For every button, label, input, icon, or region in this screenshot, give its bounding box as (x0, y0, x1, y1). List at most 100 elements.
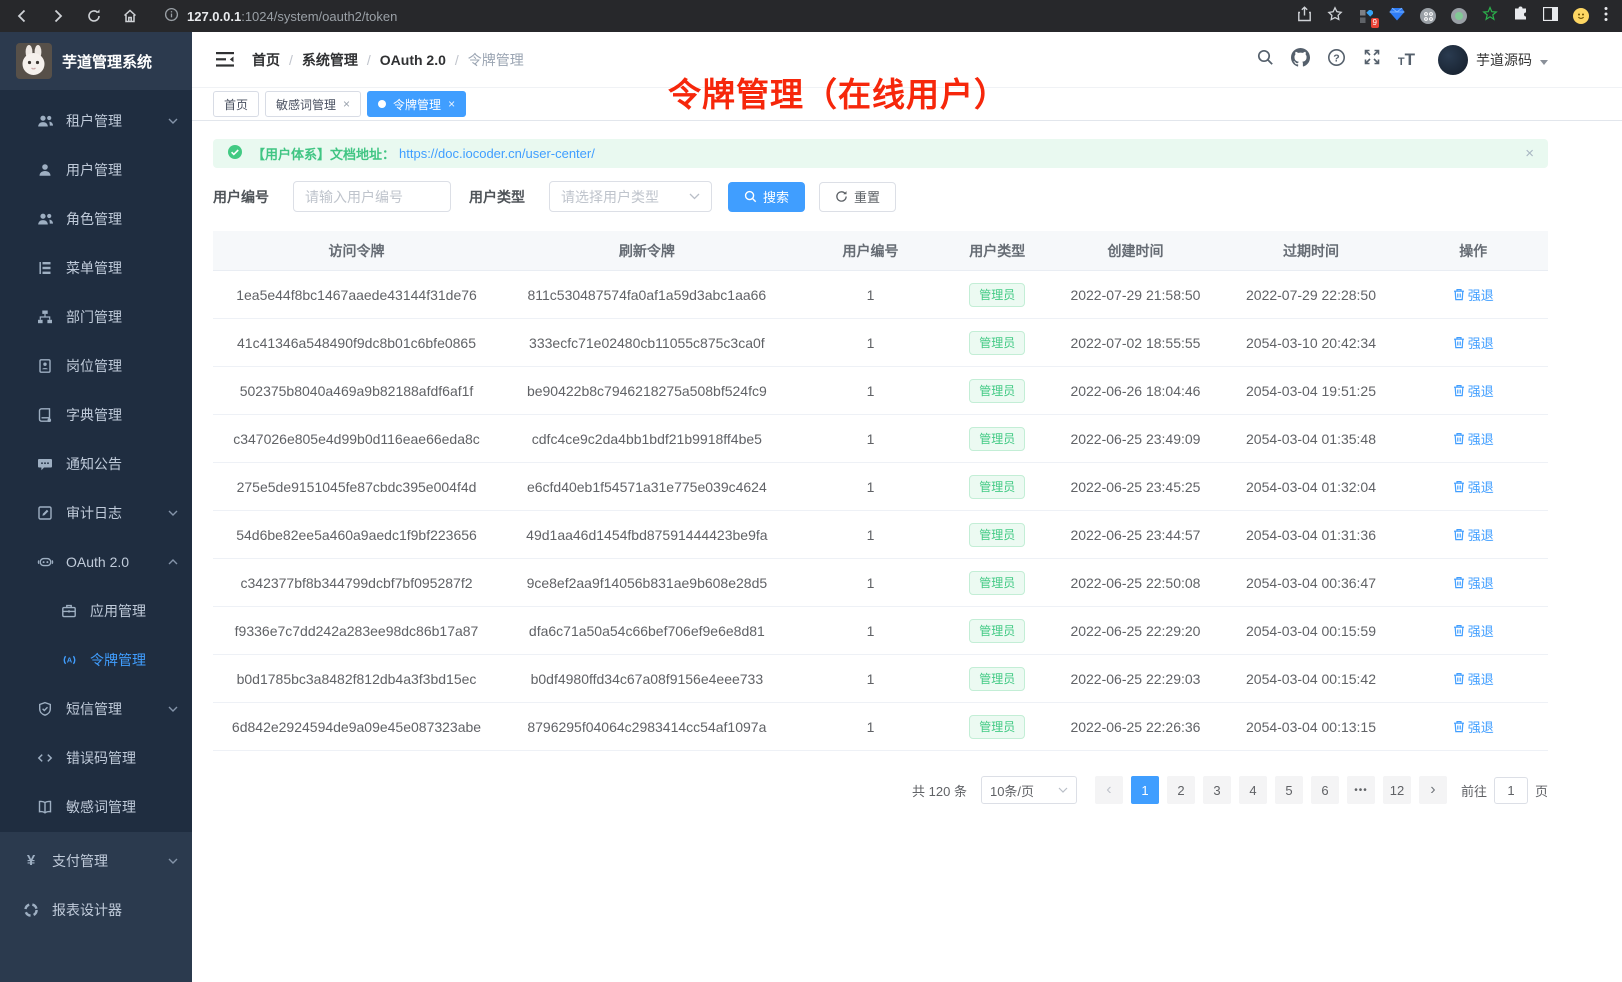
force-logout-button[interactable]: 强退 (1453, 525, 1494, 544)
sidebar-item-role[interactable]: 角色管理 (0, 194, 192, 243)
alert-close-icon[interactable]: × (1525, 145, 1534, 162)
close-icon[interactable]: × (343, 97, 350, 111)
collapse-sidebar-icon[interactable] (216, 52, 234, 67)
sidebar-item-notice[interactable]: 通知公告 (0, 439, 192, 488)
force-logout-button[interactable]: 强退 (1453, 429, 1494, 448)
sidebar-item-audit[interactable]: 审计日志 (0, 488, 192, 537)
force-logout-button[interactable]: 强退 (1453, 573, 1494, 592)
sidebar-item-token-manage[interactable]: A 令牌管理 (0, 635, 192, 684)
sidebar-item-user[interactable]: 用户管理 (0, 145, 192, 194)
actions-cell: 强退 (1398, 381, 1548, 400)
breadcrumb-oauth[interactable]: OAuth 2.0 (380, 52, 446, 68)
share-icon[interactable] (1297, 6, 1312, 27)
page-size-select[interactable]: 10条/页 (981, 776, 1077, 804)
sidebar-item-errcode[interactable]: 错误码管理 (0, 733, 192, 782)
force-logout-button[interactable]: 强退 (1453, 285, 1494, 304)
expire-time-cell: 2054-03-04 00:15:42 (1224, 671, 1399, 687)
tab-home[interactable]: 首页 (213, 91, 259, 117)
user-id-input[interactable] (293, 181, 451, 212)
sidebar-item-oauth[interactable]: OAuth 2.0 (0, 537, 192, 586)
sidebar-item-tenant[interactable]: 租户管理 (0, 96, 192, 145)
sidebar-item-report-designer[interactable]: 报表设计器 (0, 885, 192, 934)
prev-page-button[interactable]: ‹ (1095, 776, 1123, 804)
page-button-2[interactable]: 2 (1167, 776, 1195, 804)
back-icon[interactable] (14, 8, 30, 24)
sidebar-item-app-manage[interactable]: 应用管理 (0, 586, 192, 635)
sidebar-item-sms[interactable]: 短信管理 (0, 684, 192, 733)
sidebar-item-menu[interactable]: 菜单管理 (0, 243, 192, 292)
page-button-6[interactable]: 6 (1311, 776, 1339, 804)
total-count: 共 120 条 (912, 781, 967, 800)
tab-sensitive-words[interactable]: 敏感词管理× (265, 91, 361, 117)
user-type-label: 用户类型 (469, 187, 525, 207)
search-icon[interactable] (1256, 48, 1274, 71)
force-logout-button[interactable]: 强退 (1453, 381, 1494, 400)
reload-icon[interactable] (86, 8, 102, 24)
page-button-1[interactable]: 1 (1131, 776, 1159, 804)
actions-cell: 强退 (1398, 717, 1548, 736)
close-icon[interactable]: × (448, 97, 455, 111)
chevron-up-icon (168, 559, 178, 565)
col-access-token: 访问令牌 (213, 241, 500, 261)
fullscreen-icon[interactable] (1363, 48, 1381, 71)
sidebar-item-pay[interactable]: ¥ 支付管理 (0, 836, 192, 885)
more-pages-button[interactable]: ••• (1347, 776, 1375, 804)
force-logout-button[interactable]: 强退 (1453, 669, 1494, 688)
profile-avatar-icon[interactable] (1573, 8, 1589, 24)
sidebar-item-sensitive[interactable]: 敏感词管理 (0, 782, 192, 831)
user-type-tag: 管理员 (969, 715, 1025, 739)
app-logo[interactable]: 芋道管理系统 (0, 32, 192, 90)
command-extension-icon[interactable] (1420, 8, 1436, 24)
goto-page-input[interactable] (1494, 777, 1528, 804)
page-button-5[interactable]: 5 (1275, 776, 1303, 804)
created-time-cell: 2022-07-29 21:58:50 (1047, 287, 1223, 303)
user-avatar (1438, 45, 1468, 75)
access-token-cell: c347026e805e4d99b0d116eae66eda8c (213, 431, 500, 447)
actions-cell: 强退 (1398, 525, 1548, 544)
sidebar-toggle-icon[interactable] (1543, 7, 1558, 26)
force-logout-button[interactable]: 强退 (1453, 333, 1494, 352)
doc-link[interactable]: https://doc.iocoder.cn/user-center/ (399, 146, 595, 161)
table-row: c347026e805e4d99b0d116eae66eda8c cdfc4ce… (213, 415, 1548, 463)
user-menu[interactable]: 芋道源码 (1438, 45, 1548, 75)
table-row: 6d842e2924594de9a09e45e087323abe 8796295… (213, 703, 1548, 751)
created-time-cell: 2022-06-25 23:44:57 (1047, 527, 1223, 543)
refresh-token-cell: b0df4980ffd34c67a08f9156e4eee733 (500, 671, 794, 687)
reset-button[interactable]: 重置 (819, 182, 896, 212)
tab-token-manage[interactable]: 令牌管理× (367, 91, 466, 117)
forward-icon[interactable] (50, 8, 66, 24)
sidebar-item-dict[interactable]: 字典管理 (0, 390, 192, 439)
user-id-label: 用户编号 (213, 187, 269, 207)
bookmark-star-icon[interactable] (1327, 6, 1343, 27)
user-type-select[interactable]: 请选择用户类型 (549, 181, 712, 212)
github-icon[interactable] (1291, 48, 1310, 72)
next-page-button[interactable]: › (1419, 776, 1447, 804)
force-logout-button[interactable]: 强退 (1453, 621, 1494, 640)
page-button-3[interactable]: 3 (1203, 776, 1231, 804)
people-icon (36, 113, 54, 129)
user-type-tag: 管理员 (969, 379, 1025, 403)
green-star-extension-icon[interactable] (1482, 6, 1498, 27)
page-button-4[interactable]: 4 (1239, 776, 1267, 804)
gem-extension-icon[interactable] (1389, 7, 1405, 26)
expire-time-cell: 2022-07-29 22:28:50 (1224, 287, 1399, 303)
record-extension-icon[interactable] (1451, 8, 1467, 24)
sidebar-item-post[interactable]: 岗位管理 (0, 341, 192, 390)
search-button[interactable]: 搜索 (728, 182, 805, 212)
page-button-12[interactable]: 12 (1383, 776, 1411, 804)
refresh-token-cell: 8796295f04064c2983414cc54af1097a (500, 719, 794, 735)
extensions-grid-icon[interactable]: 9 (1358, 8, 1374, 24)
browser-menu-icon[interactable] (1604, 6, 1608, 27)
breadcrumb-system[interactable]: 系统管理 (302, 50, 358, 70)
home-icon[interactable] (122, 8, 138, 24)
user-id-cell: 1 (794, 575, 948, 591)
font-size-icon[interactable]: TT (1398, 50, 1415, 70)
puzzle-extension-icon[interactable] (1513, 6, 1528, 26)
force-logout-button[interactable]: 强退 (1453, 477, 1494, 496)
sidebar-item-dept[interactable]: 部门管理 (0, 292, 192, 341)
breadcrumb-home[interactable]: 首页 (252, 50, 280, 70)
help-icon[interactable]: ? (1327, 48, 1346, 72)
info-icon[interactable] (164, 7, 179, 25)
address-bar[interactable]: 127.0.0.1:1024/system/oauth2/token (164, 7, 397, 25)
force-logout-button[interactable]: 强退 (1453, 717, 1494, 736)
